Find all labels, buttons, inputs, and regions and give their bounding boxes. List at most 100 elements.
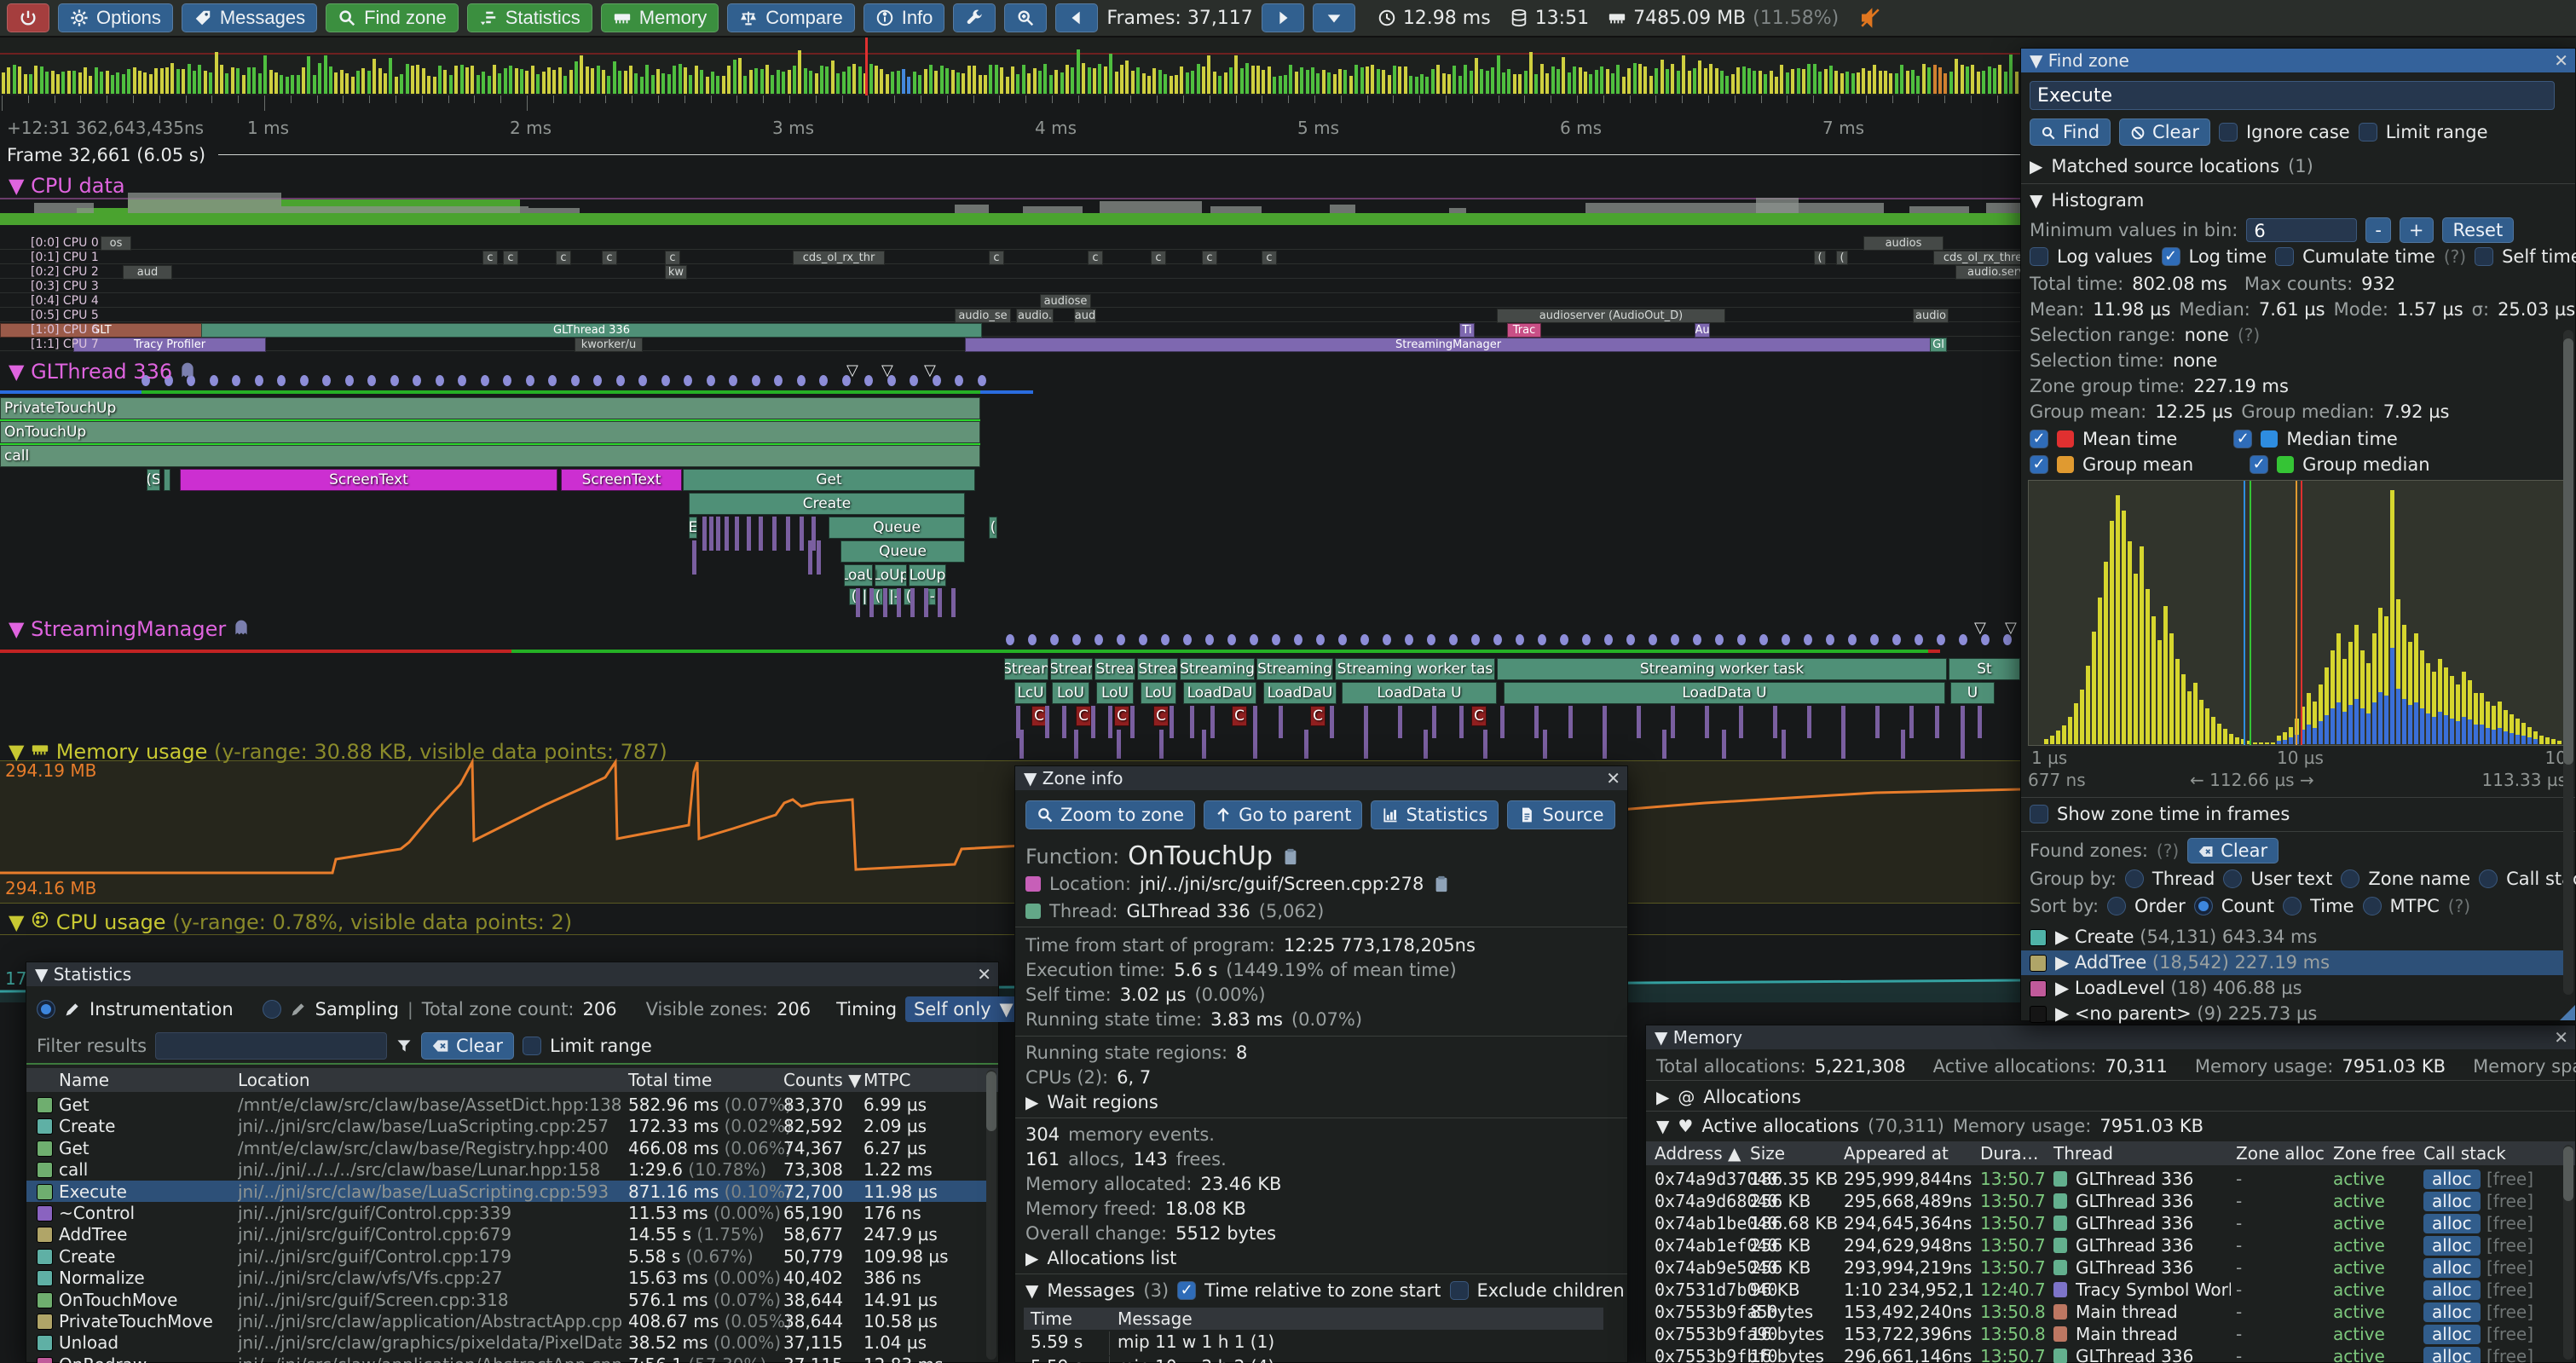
sort-radio-order[interactable] (2107, 897, 2126, 915)
sample-dot[interactable] (729, 375, 737, 386)
sample-dot[interactable] (978, 375, 986, 386)
sample-dot[interactable] (797, 375, 806, 386)
sample-dot[interactable] (1892, 634, 1901, 645)
sample-dot[interactable] (390, 375, 399, 386)
timeline-zone[interactable]: Get (683, 469, 975, 491)
find-zone-input[interactable]: Execute (2030, 81, 2555, 110)
group-radio-call-stacks[interactable] (2479, 869, 2498, 888)
exclude-children-checkbox[interactable] (1450, 1281, 1469, 1300)
go-to-parent-button[interactable]: Go to parent (1204, 800, 1362, 829)
found-clear-button[interactable]: Clear (2187, 838, 2279, 863)
alloc-callstack-button[interactable]: alloc (2423, 1258, 2481, 1278)
sample-dot[interactable] (571, 375, 580, 386)
sort-radio-mtpc[interactable] (2363, 897, 2382, 915)
timeline-zone[interactable]: LcU (1014, 682, 1047, 704)
message-row[interactable]: 5.59 smip 10 w 2 h 2 (4) (1024, 1356, 1603, 1363)
statistics-button[interactable]: Statistics (1371, 800, 1499, 829)
close-icon[interactable]: ✕ (977, 962, 991, 986)
limit-range-checkbox[interactable] (2359, 123, 2377, 141)
memory-table-row[interactable]: 0x7553b9fa9016 bytes153,722,396ns13:50.8… (1646, 1324, 2562, 1346)
sample-dot[interactable] (1205, 634, 1214, 645)
cpu-usage-header[interactable]: ▼ CPU usage (y-range: 0.78%, visible dat… (9, 910, 572, 934)
options-button[interactable]: Options (58, 3, 173, 32)
timeline-zone[interactable]: Strea (1095, 658, 1135, 680)
timeline-zone[interactable]: LoUp (909, 564, 946, 586)
sample-dot[interactable] (1693, 634, 1701, 645)
cpu-zone-fragment[interactable]: c (665, 251, 680, 265)
stats-table-header[interactable]: NameLocationTotal timeCounts ▼MTPC (26, 1068, 998, 1092)
timeline-zone[interactable]: LoU (1052, 682, 1089, 704)
table-row[interactable]: OnTouchMovejni/../jni/src/guif/Screen.cp… (26, 1289, 986, 1310)
sample-dot[interactable] (1072, 634, 1081, 645)
table-row[interactable]: Executejni/../jni/src/claw/base/LuaScrip… (26, 1181, 986, 1202)
sample-dot[interactable] (864, 375, 873, 386)
sample-dot[interactable] (1516, 634, 1524, 645)
memory-table-header[interactable]: Address ▲SizeAppeared atDura…ThreadZone … (1646, 1141, 2575, 1165)
alloc-callstack-button[interactable]: alloc (2423, 1325, 2481, 1344)
timeline-zone[interactable]: Streaming worker tas (1335, 658, 1495, 680)
timeline-zone[interactable]: LoadData U (1504, 682, 1945, 704)
timeline-zone[interactable]: OnTouchUp (0, 421, 980, 443)
goto-frame-button[interactable] (1313, 3, 1355, 32)
cpu-zone-fragment[interactable]: c (556, 251, 571, 265)
power-button[interactable] (7, 3, 49, 32)
timeline-zone[interactable]: Streaming (1180, 658, 1255, 680)
cpu-zone-fragment[interactable]: c (989, 251, 1004, 265)
sample-dot[interactable] (819, 375, 828, 386)
sample-dot[interactable] (661, 375, 670, 386)
legend-color-swatch[interactable] (2057, 430, 2074, 448)
column-header-counts[interactable]: Counts ▼ (783, 1070, 862, 1090)
allocations-list-label[interactable]: Allocations list (1047, 1248, 1176, 1268)
timeline-zone[interactable]: C (1232, 706, 1247, 726)
sample-dot[interactable] (1715, 634, 1724, 645)
message-row[interactable]: 5.59 smip 11 w 1 h 1 (1) (1024, 1331, 1603, 1355)
memory-table-row[interactable]: 0x74a9d68040256 KB295,668,489ns13:50.7GL… (1646, 1191, 2562, 1213)
alloc-callstack-button[interactable]: alloc (2423, 1170, 2481, 1189)
table-row[interactable]: Get/mnt/e/claw/src/claw/base/AssetDict.h… (26, 1094, 986, 1115)
sample-dot[interactable] (210, 375, 218, 386)
cpu-zone-fragment[interactable]: audiose (1040, 294, 1091, 309)
sample-dot[interactable] (1183, 634, 1192, 645)
timeline-zone[interactable]: (S (147, 469, 160, 491)
close-icon[interactable]: ✕ (2554, 49, 2568, 72)
reset-button[interactable]: Reset (2442, 217, 2515, 243)
memory-scrollbar-thumb[interactable] (2563, 1146, 2573, 1201)
group-radio-user-text[interactable] (2223, 869, 2242, 888)
column-header-total-time[interactable]: Total time (628, 1070, 712, 1090)
expand-icon[interactable]: ▶ (2055, 952, 2075, 973)
cpu-zone-fragment[interactable]: Gl (1930, 338, 1947, 352)
cpu-zone-fragment[interactable]: kw (665, 265, 687, 280)
collapse-icon[interactable]: ▼ (1025, 1280, 1038, 1301)
column-header-zonefree[interactable]: Zone free (2333, 1143, 2416, 1164)
cpu-zone-fragment[interactable]: cds_ol_rx_thr (793, 251, 885, 265)
sample-dot[interactable] (1471, 634, 1480, 645)
cpu-zone-fragment[interactable]: c (1202, 251, 1217, 265)
sample-dot[interactable] (1360, 634, 1369, 645)
timeline-zone[interactable]: Strea (1137, 658, 1178, 680)
self-time-checkbox[interactable] (2475, 247, 2493, 266)
found-zone-group-row[interactable]: ▶ <no parent> (9) 225.73 µs (2021, 1002, 2563, 1026)
cpu-zone-fragment[interactable]: c (1151, 251, 1166, 265)
sample-dot[interactable] (1671, 634, 1679, 645)
column-header-location[interactable]: Location (238, 1070, 310, 1090)
sample-dot[interactable] (481, 375, 489, 386)
info-button[interactable]: Info (863, 3, 945, 32)
timeline-zone[interactable]: ( (989, 517, 997, 539)
sample-dot[interactable] (1604, 634, 1613, 645)
sample-dot[interactable] (458, 375, 466, 386)
memory-table-row[interactable]: 0x7553b9fbf016 bytes296,661,146ns13:50.7… (1646, 1346, 2562, 1363)
sample-dot[interactable] (1427, 634, 1435, 645)
column-header-callstack[interactable]: Call stack (2423, 1143, 2506, 1164)
memory-button[interactable]: Memory (601, 3, 719, 32)
limit-range-checkbox[interactable] (523, 1037, 541, 1055)
timeline-zone[interactable]: Strean (1004, 658, 1048, 680)
matched-label[interactable]: Matched source locations (2051, 156, 2279, 176)
stats-scrollbar-thumb[interactable] (986, 1071, 996, 1131)
table-row[interactable]: Unloadjni/../jni/src/claw/graphics/pixel… (26, 1331, 986, 1353)
resize-grip[interactable] (2560, 1005, 2575, 1020)
timeline-zone[interactable]: ScreenText (180, 469, 557, 491)
sample-dot[interactable] (1493, 634, 1502, 645)
sample-dot[interactable] (638, 375, 647, 386)
column-header-size[interactable]: Size (1750, 1143, 1785, 1164)
sample-dot[interactable] (1959, 634, 1967, 645)
